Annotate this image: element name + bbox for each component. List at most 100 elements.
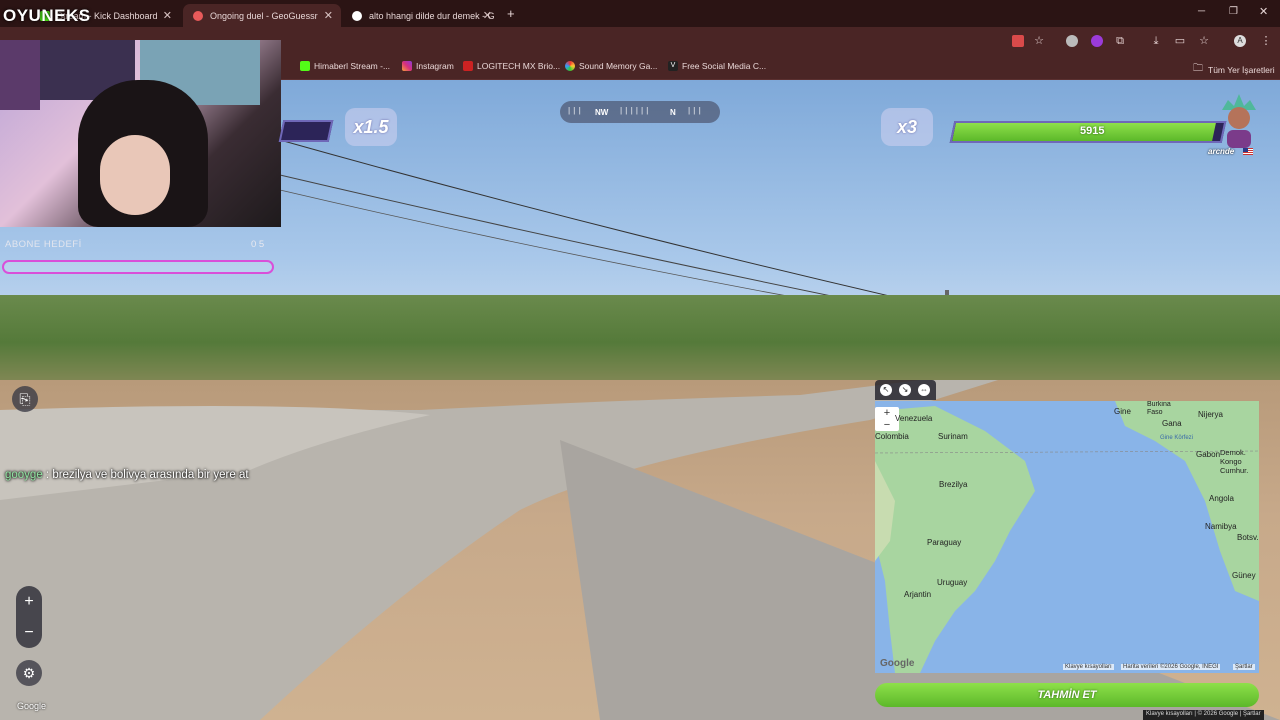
map-label: Colombia xyxy=(875,432,909,441)
tab-geoguessr[interactable]: Ongoing duel - GeoGuessr ✕ xyxy=(183,4,341,27)
tab-bar: Stream - Kick Dashboard ✕ Ongoing duel -… xyxy=(0,0,1280,27)
map-controls: ↖ ↘ ⇔ xyxy=(875,380,936,400)
footer-copyright: © 2026 Google xyxy=(1197,711,1239,717)
folder-icon: 🗀 xyxy=(1193,63,1203,74)
close-icon[interactable]: ✕ xyxy=(483,9,492,22)
left-multiplier: x1.5 xyxy=(345,108,397,146)
opponent-name: arcnde xyxy=(1208,147,1235,156)
bookmark-label: Himaberl Stream -... xyxy=(314,61,391,71)
map-data-attribution: Harita verileri ©2026 Google, INEGI xyxy=(1121,664,1221,670)
location-pin-icon xyxy=(193,10,203,21)
map-label: Gabon xyxy=(1196,450,1221,459)
chat-message: gooyge : brezilya ve bolivya arasında bi… xyxy=(5,469,249,481)
puzzle-icon[interactable]: ⧉ xyxy=(1114,35,1126,47)
zoom-out-button[interactable]: − xyxy=(16,617,42,648)
close-window-icon[interactable]: ✕ xyxy=(1259,5,1268,18)
star-icon[interactable]: ☆ xyxy=(1033,35,1045,47)
google-footer: Klavye kısayolları | © 2026 Google | Şar… xyxy=(1143,710,1264,720)
compass-ticks: ||| xyxy=(568,106,584,115)
map-label: Namibya xyxy=(1205,522,1237,531)
bookmark-himaberl[interactable]: Himaberl Stream -... xyxy=(300,61,390,71)
compass-ticks: ||| xyxy=(688,106,704,115)
expand-map-icon[interactable]: ↖ xyxy=(880,384,892,396)
map-label: Botsv. xyxy=(1237,533,1259,542)
google-logo: Google xyxy=(17,701,47,711)
restore-icon[interactable]: ❐ xyxy=(1229,6,1238,17)
map-label: Surinam xyxy=(938,432,968,441)
compass-nw: NW xyxy=(595,108,609,117)
profile-avatar[interactable]: A xyxy=(1234,35,1246,47)
compass-ticks: |||||| xyxy=(620,106,652,115)
us-flag-icon xyxy=(1243,148,1253,155)
bookmark-instagram[interactable]: Instagram xyxy=(402,61,454,71)
opponent-avatar xyxy=(1222,94,1256,148)
map-label: Güney xyxy=(1232,571,1256,580)
opponent-health-value: 5915 xyxy=(1080,125,1105,137)
map-label: Uruguay xyxy=(937,578,968,587)
map-label: Arjantin xyxy=(904,590,932,599)
bookmark-free-social-media[interactable]: V Free Social Media C... xyxy=(668,61,766,71)
map-land xyxy=(875,401,1259,673)
bookmark-logitech[interactable]: LOGITECH MX Brio... xyxy=(463,61,560,71)
map-label: Burkina Faso xyxy=(1147,401,1171,416)
logitech-icon xyxy=(463,61,473,71)
bookmark-label: Instagram xyxy=(416,61,454,71)
extension-icon[interactable] xyxy=(1066,35,1078,47)
footer-keyboard-shortcuts[interactable]: Klavye kısayolları xyxy=(1146,711,1193,717)
sidebar-icon[interactable]: ▭ xyxy=(1174,35,1186,47)
poster-image xyxy=(0,40,40,110)
map-keyboard-shortcuts[interactable]: Klavye kısayolları xyxy=(1063,664,1114,670)
map-label: Gine Körfezi xyxy=(1160,435,1194,441)
zoom-control: + − xyxy=(16,586,42,648)
bookmark-label: Sound Memory Ga... xyxy=(579,61,658,71)
minimize-icon[interactable]: ─ xyxy=(1198,6,1205,17)
map-google-logo: Google xyxy=(880,658,915,669)
bookmark-label: Free Social Media C... xyxy=(682,61,767,71)
pin-map-icon[interactable]: ⇔ xyxy=(918,384,930,396)
compass-n: N xyxy=(670,108,676,117)
cast-icon[interactable] xyxy=(1012,35,1024,47)
footer-terms[interactable]: Şartlar xyxy=(1243,711,1261,717)
map-label: Nijerya xyxy=(1198,410,1223,419)
guess-button[interactable]: TAHMİN ET xyxy=(875,683,1259,707)
shrink-map-icon[interactable]: ↘ xyxy=(899,384,911,396)
close-icon[interactable]: ✕ xyxy=(163,9,172,22)
chat-username: gooyge xyxy=(5,469,43,481)
download-icon[interactable]: ⤓ xyxy=(1150,35,1162,47)
settings-icon[interactable]: ⚙ xyxy=(16,660,42,686)
report-icon[interactable]: ⎘ xyxy=(12,386,38,412)
sub-goal-progress xyxy=(2,260,274,274)
bookmark-icon[interactable]: ☆ xyxy=(1198,35,1210,47)
guess-map[interactable]: + − Venezuela Colombia Surinam Brezilya … xyxy=(875,401,1259,673)
map-label: Gana xyxy=(1162,419,1182,428)
map-label: Brezilya xyxy=(939,480,968,489)
bookmark-sound-memory[interactable]: Sound Memory Ga... xyxy=(565,61,657,71)
close-icon[interactable]: ✕ xyxy=(324,9,333,22)
map-label: Venezuela xyxy=(895,414,933,423)
map-label: Demok. Kongo Cumhur. xyxy=(1220,448,1249,475)
tab-label: alto hhangi dilde dur demek - G xyxy=(369,10,495,21)
sub-goal-count: 0 5 xyxy=(251,239,265,250)
map-terms[interactable]: Şartlar xyxy=(1233,664,1255,670)
extension-icon[interactable] xyxy=(1091,35,1103,47)
bookmark-label: LOGITECH MX Brio... xyxy=(477,61,561,71)
new-tab-button[interactable]: + xyxy=(507,6,515,21)
kick-icon xyxy=(300,61,310,71)
map-label: Angola xyxy=(1209,494,1234,503)
instagram-icon xyxy=(402,61,412,71)
streamer-webcam xyxy=(0,40,281,227)
game-icon xyxy=(565,61,575,71)
zoom-in-button[interactable]: + xyxy=(16,586,42,617)
map-label: Gine xyxy=(1114,407,1131,416)
menu-icon[interactable]: ⋮ xyxy=(1260,35,1272,47)
tree-line xyxy=(0,295,1280,390)
all-bookmarks[interactable]: 🗀 Tüm Yer İşaretleri xyxy=(1193,61,1275,78)
right-multiplier: x3 xyxy=(881,108,933,146)
player-health-bar xyxy=(278,120,334,142)
streamer-face xyxy=(100,135,170,215)
channel-logo: OYUNEKS xyxy=(3,6,91,25)
map-label: Paraguay xyxy=(927,538,962,547)
tab-google-search[interactable]: alto hhangi dilde dur demek - G ✕ xyxy=(342,4,500,27)
chat-text: : brezilya ve bolivya arasında bir yere … xyxy=(42,469,249,481)
bookmark-label: Tüm Yer İşaretleri xyxy=(1208,64,1275,75)
